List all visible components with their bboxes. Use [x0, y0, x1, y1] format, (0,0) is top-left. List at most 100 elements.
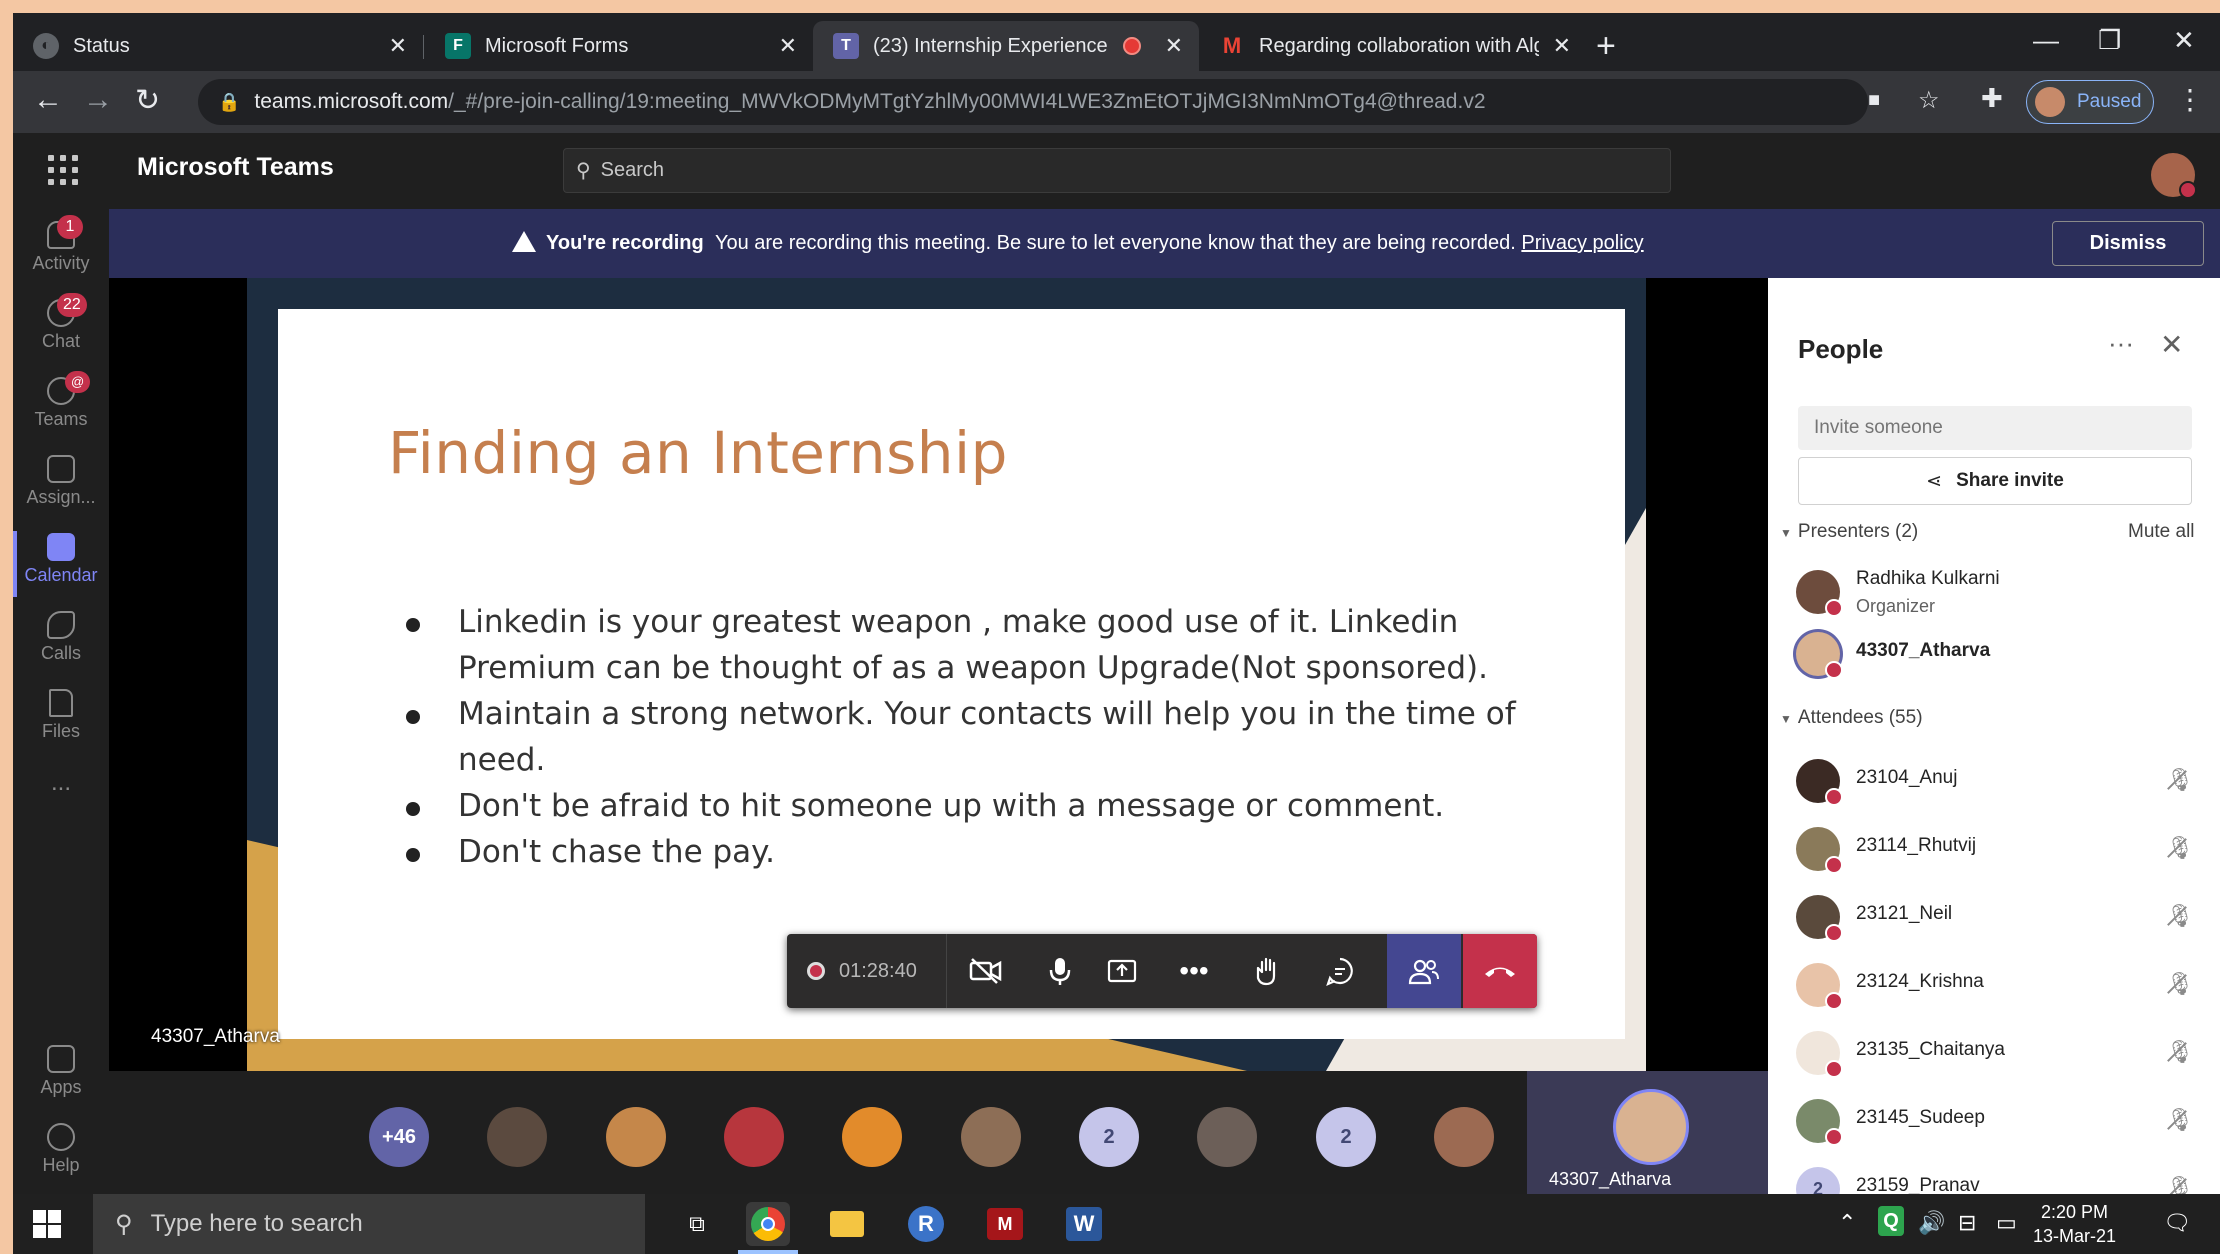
rail-item-apps[interactable]: Apps — [13, 1039, 109, 1117]
app-launcher-icon[interactable] — [48, 155, 78, 185]
profile-button[interactable]: Paused — [2026, 80, 2154, 124]
participant-avatar-initial[interactable]: 2 — [1079, 1107, 1139, 1167]
more-options-icon[interactable]: ··· — [2108, 328, 2134, 359]
teams-search-input[interactable]: ⚲ Search — [563, 148, 1671, 193]
word-icon[interactable]: W — [1062, 1202, 1106, 1246]
network-icon[interactable]: ⊟ — [1958, 1210, 1976, 1236]
presenters-section-header[interactable]: ▼ Presenters (2) — [1780, 521, 1918, 543]
rail-item-chat[interactable]: 22 Chat — [13, 293, 109, 371]
file-explorer-icon[interactable] — [825, 1202, 869, 1246]
participant-name: 23121_Neil — [1856, 903, 1953, 924]
chat-button[interactable] — [1303, 934, 1377, 1008]
volume-icon[interactable]: 🔊 — [1918, 1210, 1945, 1236]
taskbar-clock[interactable]: 2:20 PM 13-Mar-21 — [2033, 1200, 2116, 1248]
rail-item-help[interactable]: Help — [13, 1117, 109, 1195]
mendeley-icon[interactable]: M — [983, 1202, 1027, 1246]
attendees-section-header[interactable]: ▼ Attendees (55) — [1780, 707, 1923, 729]
show-hidden-icons-icon[interactable]: ⌃ — [1838, 1210, 1856, 1236]
restore-icon[interactable]: ❐ — [2098, 25, 2121, 56]
more-actions-button[interactable]: ••• — [1157, 934, 1231, 1008]
browser-toolbar: ← → ↻ 🔒 teams.microsoft.com/_#/pre-join-… — [13, 71, 2220, 133]
participant-avatar — [1796, 759, 1843, 806]
extensions-icon[interactable]: ✚ — [1981, 83, 2003, 114]
participant-row[interactable]: 23121_Neil 🎙 — [1796, 889, 2196, 953]
window-close-icon[interactable]: ✕ — [2173, 25, 2195, 56]
participant-row[interactable]: 43307_Atharva — [1796, 626, 2196, 690]
dismiss-button[interactable]: Dismiss — [2052, 221, 2204, 266]
chrome-icon[interactable] — [746, 1202, 790, 1246]
rail-item-files[interactable]: Files — [13, 683, 109, 761]
participant-avatar[interactable] — [961, 1107, 1021, 1167]
r-app-icon[interactable]: R — [904, 1202, 948, 1246]
battery-icon[interactable]: ▭ — [1996, 1210, 2017, 1236]
tab-gmail[interactable]: M Regarding collaboration with Alg ✕ — [1199, 21, 1587, 71]
show-participants-button[interactable] — [1387, 934, 1461, 1008]
hang-up-button[interactable] — [1463, 934, 1537, 1008]
rail-item-teams[interactable]: @ Teams — [13, 371, 109, 449]
privacy-policy-link[interactable]: Privacy policy — [1521, 232, 1643, 254]
self-video-tile[interactable]: 43307_Atharva — [1527, 1071, 1768, 1194]
participant-row[interactable]: 23124_Krishna 🎙 — [1796, 957, 2196, 1021]
mic-muted-icon: 🎙 — [2166, 971, 2194, 996]
close-tab-icon[interactable]: ✕ — [779, 33, 797, 59]
rail-item-calendar[interactable]: Calendar — [13, 527, 109, 605]
participant-row[interactable]: 23104_Anuj 🎙 — [1796, 753, 2196, 817]
close-tab-icon[interactable]: ✕ — [1553, 33, 1571, 59]
search-icon: ⚲ — [115, 1210, 133, 1238]
user-avatar[interactable] — [2151, 153, 2197, 199]
participant-avatar[interactable] — [1197, 1107, 1257, 1167]
camera-off-button[interactable] — [949, 934, 1023, 1008]
windows-start-icon[interactable] — [33, 1210, 61, 1238]
participant-row[interactable]: Radhika Kulkarni Organizer — [1796, 564, 2196, 628]
participant-gallery: +46 2 2 43307_Atharva — [109, 1071, 1768, 1194]
close-tab-icon[interactable]: ✕ — [1165, 33, 1183, 59]
bookmark-star-icon[interactable]: ☆ — [1918, 86, 1940, 115]
share-invite-button[interactable]: ⋖ Share invite — [1798, 457, 2192, 505]
reload-icon[interactable]: ↻ — [135, 83, 160, 118]
share-content-button[interactable] — [1085, 934, 1159, 1008]
new-tab-button[interactable]: + — [1596, 27, 1616, 66]
notifications-icon[interactable]: 🗨 — [2163, 1210, 2191, 1236]
close-icon[interactable]: ✕ — [2160, 328, 2183, 361]
rail-item-calls[interactable]: Calls — [13, 605, 109, 683]
participant-row[interactable]: 23135_Chaitanya 🎙 — [1796, 1025, 2196, 1089]
tab-microsoft-forms[interactable]: F Microsoft Forms ✕ — [425, 21, 813, 71]
forward-icon[interactable]: → — [83, 83, 113, 117]
invite-someone-input[interactable] — [1798, 406, 2192, 450]
status-icon: ◐ — [33, 33, 59, 59]
participant-avatar-initial[interactable]: 2 — [1316, 1107, 1376, 1167]
participant-avatar[interactable] — [842, 1107, 902, 1167]
participant-avatar[interactable] — [487, 1107, 547, 1167]
participant-avatar[interactable] — [724, 1107, 784, 1167]
raise-hand-button[interactable] — [1231, 934, 1305, 1008]
rail-item-activity[interactable]: 1 Activity — [13, 215, 109, 293]
participant-row[interactable]: 2 23159_Pranav 🎙 — [1796, 1161, 2196, 1194]
app-rail: 1 Activity 22 Chat @ Teams Assign... Cal… — [13, 209, 109, 1194]
task-view-icon[interactable]: ⧉ — [675, 1202, 719, 1246]
minimize-icon[interactable]: — — [2033, 25, 2059, 56]
tab-status[interactable]: ◐ Status ✕ — [13, 21, 423, 71]
quick-heal-icon[interactable]: Q — [1878, 1206, 1904, 1236]
rail-item-assignments[interactable]: Assign... — [13, 449, 109, 527]
participant-avatar — [1796, 1031, 1843, 1078]
taskbar-search-box[interactable]: ⚲ Type here to search — [93, 1194, 645, 1254]
rail-more-button[interactable]: ... — [13, 769, 109, 847]
close-tab-icon[interactable]: ✕ — [389, 33, 407, 59]
more-participants-button[interactable]: +46 — [369, 1107, 429, 1167]
call-timer: 01:28:40 — [787, 934, 947, 1008]
taskbar-search-placeholder: Type here to search — [150, 1210, 363, 1237]
mute-all-button[interactable]: Mute all — [2128, 521, 2195, 543]
participant-row[interactable]: 23114_Rhutvij 🎙 — [1796, 821, 2196, 885]
address-bar[interactable]: 🔒 teams.microsoft.com/_#/pre-join-callin… — [198, 79, 1940, 125]
rail-label: Assign... — [26, 487, 96, 507]
back-icon[interactable]: ← — [33, 83, 63, 117]
participant-name: 23159_Pranav — [1856, 1175, 1980, 1194]
participant-row[interactable]: 23145_Sudeep 🎙 — [1796, 1093, 2196, 1157]
microphone-icon — [1049, 958, 1071, 985]
participant-avatar[interactable] — [606, 1107, 666, 1167]
tab-internship-experience[interactable]: T (23) Internship Experience Sh ✕ — [813, 21, 1199, 71]
raise-hand-icon — [1256, 957, 1276, 986]
participant-avatar[interactable] — [1434, 1107, 1494, 1167]
browser-menu-icon[interactable]: ⋮ — [2176, 83, 2204, 116]
camera-blocked-icon[interactable]: ■ — [1868, 89, 1880, 112]
